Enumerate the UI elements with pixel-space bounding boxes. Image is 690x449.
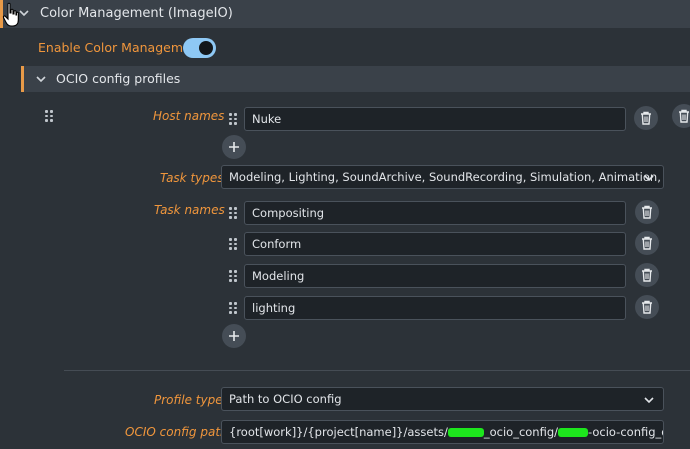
trash-icon (642, 236, 652, 250)
divider (64, 370, 690, 371)
redaction-mark (558, 428, 589, 437)
drag-handle-icon[interactable] (229, 270, 239, 282)
subsection-title: OCIO config profiles (56, 71, 181, 86)
delete-task-name-button[interactable] (635, 263, 659, 287)
redaction-mark (447, 428, 484, 437)
task-types-label: Task types (160, 171, 224, 185)
host-names-label: Host names (153, 109, 225, 123)
ocio-path-text-2: _ocio_config/ (483, 425, 559, 439)
task-name-input[interactable]: lighting (244, 296, 626, 320)
task-name-input[interactable]: Conform (244, 232, 626, 256)
chevron-down-icon (36, 76, 46, 83)
trash-icon (642, 300, 652, 314)
drag-handle-icon[interactable] (229, 113, 239, 125)
plus-icon (229, 331, 239, 341)
drag-handle-icon[interactable] (229, 207, 239, 219)
ocio-config-path-label: OCIO config path (125, 425, 228, 439)
task-name-input[interactable]: Compositing (244, 201, 626, 225)
delete-host-name-button[interactable] (634, 106, 658, 130)
profile-type-value: Path to OCIO config (229, 392, 342, 406)
ocio-config-path-input[interactable]: {root[work]}/{project[name]}/assets/ _oci… (221, 420, 664, 444)
plus-icon (229, 142, 239, 152)
task-name-input[interactable]: Modeling (244, 264, 626, 288)
task-types-select[interactable]: Modeling, Lighting, SoundArchive, SoundR… (221, 165, 664, 189)
delete-task-name-button[interactable] (635, 231, 659, 255)
delete-profile-button[interactable] (672, 104, 690, 128)
trash-icon (679, 109, 689, 123)
hand-cursor-icon (2, 2, 19, 27)
toggle-knob (199, 41, 213, 55)
chevron-down-icon (644, 397, 654, 404)
drag-handle-icon[interactable] (229, 238, 239, 250)
profile-type-label: Profile type (154, 393, 223, 407)
task-names-label: Task names (154, 203, 225, 217)
trash-icon (641, 111, 651, 125)
chevron-down-icon (644, 175, 654, 182)
ocio-path-text-3: -ocio-config_ocio-v2.0 (588, 425, 663, 439)
task-types-value: Modeling, Lighting, SoundArchive, SoundR… (229, 170, 664, 184)
drag-handle-icon[interactable] (45, 110, 55, 122)
profile-type-select[interactable]: Path to OCIO config (221, 387, 664, 411)
ocio-path-text-1: {root[work]}/{project[name]}/assets/ (229, 425, 448, 439)
subsection-header-ocio-profiles[interactable]: OCIO config profiles (21, 66, 690, 92)
drag-handle-icon[interactable] (229, 302, 239, 314)
trash-icon (642, 205, 652, 219)
section-header-color-management[interactable]: Color Management (ImageIO) (0, 0, 690, 28)
add-host-name-button[interactable] (222, 135, 246, 159)
host-name-input[interactable]: Nuke (244, 107, 626, 131)
delete-task-name-button[interactable] (635, 200, 659, 224)
add-task-name-button[interactable] (222, 324, 246, 348)
trash-icon (642, 268, 652, 282)
delete-task-name-button[interactable] (635, 295, 659, 319)
enable-color-management-toggle[interactable] (183, 38, 216, 58)
section-title: Color Management (ImageIO) (40, 6, 233, 21)
enable-color-management-label: Enable Color Management (38, 40, 204, 55)
